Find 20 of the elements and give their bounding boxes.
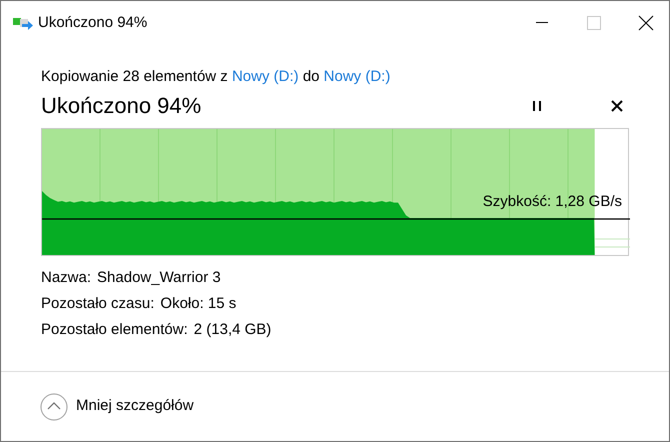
close-icon [611, 100, 623, 112]
pause-icon [532, 100, 542, 112]
detail-label: Pozostało czasu: [41, 294, 154, 314]
destination-link[interactable]: Nowy (D:) [324, 68, 390, 85]
minimize-icon [536, 22, 548, 24]
detail-label: Nazwa: [41, 268, 92, 288]
detail-value: 2 (13,4 GB) [194, 320, 272, 340]
copy-icon [12, 16, 34, 30]
chevron-up-icon [40, 392, 68, 420]
progress-heading: Ukończono 94% [41, 92, 202, 120]
detail-value: Około: 15 s [160, 294, 236, 314]
speed-label: Szybkość: 1,28 GB/s [482, 193, 622, 211]
source-link[interactable]: Nowy (D:) [232, 68, 299, 85]
close-icon [638, 15, 654, 31]
details-toggle[interactable]: Mniej szczegółów [40, 392, 194, 420]
window-title: Ukończono 94% [38, 12, 148, 33]
detail-label: Pozostało elementów: [41, 320, 188, 340]
maximize-icon [587, 16, 601, 30]
copy-description: Kopiowanie 28 elementów z Nowy (D:) do Nowy (D:) [41, 67, 392, 87]
detail-value: Shadow_Warrior 3 [97, 268, 221, 288]
